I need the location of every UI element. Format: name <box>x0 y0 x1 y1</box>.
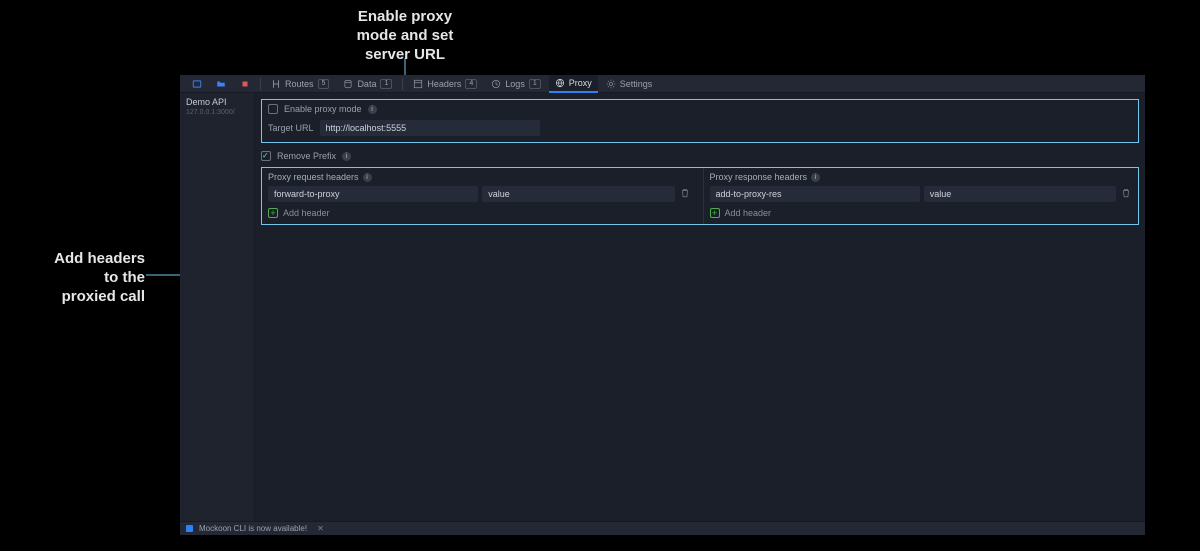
plus-icon: + <box>710 208 720 218</box>
data-icon <box>343 79 353 89</box>
target-url-label: Target URL <box>268 123 314 133</box>
response-headers-panel: Proxy response headers i + Add header <box>703 168 1139 224</box>
info-icon[interactable]: i <box>342 152 351 161</box>
headers-count: 4 <box>465 79 477 89</box>
annotation-left: Add headersto theproxied call <box>0 250 145 306</box>
gear-icon <box>606 79 616 89</box>
status-indicator-icon <box>186 525 193 532</box>
add-request-header[interactable]: + Add header <box>268 208 691 218</box>
env-address: 127.0.0.1:3000/ <box>186 109 248 116</box>
routes-count: 5 <box>318 79 330 89</box>
delete-header-icon[interactable] <box>1120 188 1132 201</box>
request-headers-panel: Proxy request headers i + Add header <box>262 168 697 224</box>
tab-label: Proxy <box>569 78 592 88</box>
proxy-config-box: Enable proxy mode i Target URL <box>261 99 1139 143</box>
toolbar-record[interactable] <box>234 75 256 93</box>
stop-icon <box>240 79 250 89</box>
enable-proxy-label: Enable proxy mode <box>284 104 362 114</box>
request-headers-title: Proxy request headers i <box>268 172 691 182</box>
remove-prefix-checkbox[interactable] <box>261 151 271 161</box>
tab-routes[interactable]: Routes 5 <box>265 75 335 93</box>
target-url-input[interactable] <box>320 120 540 136</box>
logs-count: 1 <box>529 79 541 89</box>
header-key-input[interactable] <box>710 186 920 202</box>
info-icon[interactable]: i <box>811 173 820 182</box>
annotation-top: Enable proxymode and setserver URL <box>310 8 500 64</box>
toolbar-divider <box>402 78 403 90</box>
app-window: Routes 5 Data 1 Headers 4 Logs 1 <box>180 75 1145 535</box>
tab-proxy[interactable]: Proxy <box>549 75 598 93</box>
add-header-label: Add header <box>283 208 330 218</box>
tab-label: Routes <box>285 79 314 89</box>
environments-sidebar: Demo API 127.0.0.1:3000/ <box>180 93 255 521</box>
top-toolbar: Routes 5 Data 1 Headers 4 Logs 1 <box>180 75 1145 93</box>
tab-label: Headers <box>427 79 461 89</box>
proxy-icon <box>555 78 565 88</box>
header-row <box>710 186 1133 202</box>
toolbar-new-env[interactable] <box>186 75 208 93</box>
status-bar: Mockoon CLI is now available! ✕ <box>180 521 1145 535</box>
info-icon[interactable]: i <box>368 105 377 114</box>
delete-header-icon[interactable] <box>679 188 691 201</box>
tab-settings[interactable]: Settings <box>600 75 659 93</box>
tab-label: Data <box>357 79 376 89</box>
header-value-input[interactable] <box>482 186 674 202</box>
add-header-label: Add header <box>725 208 772 218</box>
logs-icon <box>491 79 501 89</box>
status-close-icon[interactable]: ✕ <box>317 524 324 533</box>
add-response-header[interactable]: + Add header <box>710 208 1133 218</box>
enable-proxy-checkbox[interactable] <box>268 104 278 114</box>
header-value-input[interactable] <box>924 186 1116 202</box>
folder-icon <box>216 79 226 89</box>
routes-icon <box>271 79 281 89</box>
response-headers-title: Proxy response headers i <box>710 172 1133 182</box>
tab-headers[interactable]: Headers 4 <box>407 75 483 93</box>
proxy-headers-panels: Proxy request headers i + Add header <box>261 167 1139 225</box>
header-key-input[interactable] <box>268 186 478 202</box>
plus-icon: + <box>268 208 278 218</box>
app-body: Demo API 127.0.0.1:3000/ Enable proxy mo… <box>180 93 1145 521</box>
tab-label: Logs <box>505 79 525 89</box>
header-row <box>268 186 691 202</box>
tab-data[interactable]: Data 1 <box>337 75 398 93</box>
proxy-pane: Enable proxy mode i Target URL Remove Pr… <box>255 93 1145 521</box>
tab-label: Settings <box>620 79 653 89</box>
env-name[interactable]: Demo API <box>186 97 248 107</box>
status-text[interactable]: Mockoon CLI is now available! <box>199 524 307 533</box>
toolbar-divider <box>260 78 261 90</box>
info-icon[interactable]: i <box>363 173 372 182</box>
remove-prefix-label: Remove Prefix <box>277 151 336 161</box>
toolbar-open[interactable] <box>210 75 232 93</box>
new-env-icon <box>192 79 202 89</box>
data-count: 1 <box>380 79 392 89</box>
headers-icon <box>413 79 423 89</box>
tab-logs[interactable]: Logs 1 <box>485 75 546 93</box>
